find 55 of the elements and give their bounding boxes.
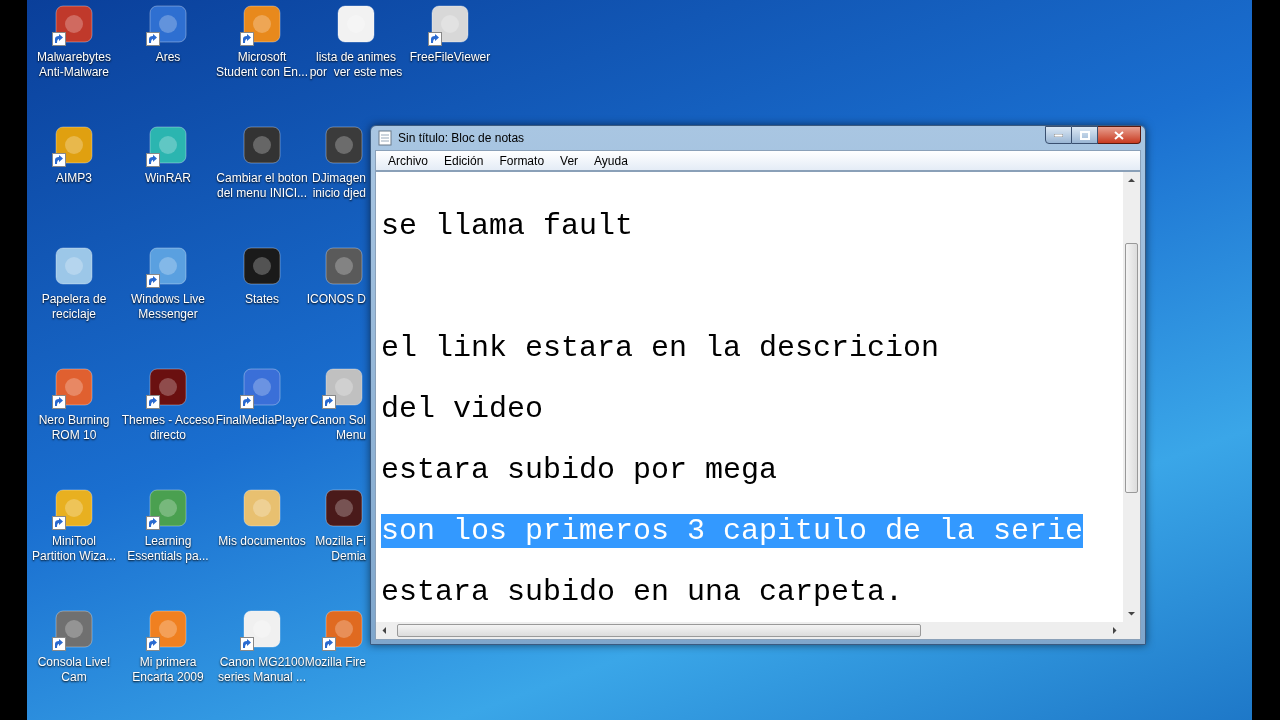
icon-label: States — [245, 292, 279, 307]
icon-label: Nero Burning ROM 10 — [38, 413, 110, 443]
icon-label: Canon MG2100 series Manual ... — [217, 655, 306, 685]
icon-label: lista de animes por ver este mes — [309, 50, 403, 80]
app-icon[interactable] — [52, 2, 96, 46]
close-icon — [1114, 130, 1124, 140]
icon-label: FreeFileViewer — [409, 50, 491, 65]
icon-label: FinalMediaPlayer — [215, 413, 309, 428]
icon-label: Papelera de reciclaje — [41, 292, 107, 322]
scrollbar-thumb[interactable] — [397, 624, 921, 637]
app-icon[interactable] — [146, 2, 190, 46]
icon-label: Learning Essentials pa... — [127, 534, 209, 564]
horizontal-scrollbar[interactable] — [376, 622, 1123, 639]
minimize-button[interactable] — [1045, 126, 1072, 144]
app-icon[interactable] — [52, 486, 96, 530]
icon-label: ICONOS D — [306, 292, 366, 307]
window-title: Sin título: Bloc de notas — [398, 130, 525, 147]
app-icon[interactable] — [52, 365, 96, 409]
vertical-scrollbar[interactable] — [1123, 172, 1140, 622]
icon-label: Windows Live Messenger — [131, 292, 205, 322]
icon-label: WinRAR — [145, 171, 191, 186]
app-icon[interactable] — [240, 2, 284, 46]
menu-item[interactable]: Archivo — [380, 151, 436, 170]
maximize-button[interactable] — [1072, 126, 1098, 144]
icon-label: Ares — [155, 50, 181, 65]
icon-label: Microsoft Student con En... — [215, 50, 309, 80]
icon-label: Mis documentos — [218, 534, 306, 549]
icon-label: AIMP3 — [56, 171, 92, 186]
app-icon[interactable] — [146, 123, 190, 167]
app-icon[interactable] — [146, 365, 190, 409]
app-icon[interactable] — [146, 244, 190, 288]
icon-label: DJimagen inicio djed — [311, 171, 366, 201]
scrollbar-thumb[interactable] — [1125, 243, 1138, 493]
icon-label: Cambiar el boton del menu INICI... — [216, 171, 308, 201]
maximize-icon — [1079, 130, 1090, 140]
icon-label: Malwarebytes Anti-Malware — [37, 50, 111, 80]
menu-item[interactable]: Ayuda — [586, 151, 636, 170]
minimize-icon — [1054, 133, 1063, 137]
app-icon[interactable] — [334, 2, 378, 46]
app-icon[interactable] — [240, 365, 284, 409]
icon-label: Mozilla Fi Demia — [315, 534, 366, 564]
icon-label: Mozilla Fire — [304, 655, 366, 670]
menu-item[interactable]: Formato — [491, 151, 553, 170]
icon-label: MiniTool Partition Wiza... — [32, 534, 116, 564]
app-icon[interactable] — [428, 2, 472, 46]
icon-label: Themes - Acceso directo — [121, 413, 215, 443]
notepad-icon — [378, 130, 392, 146]
app-icon[interactable] — [322, 365, 366, 409]
app-icon[interactable] — [52, 123, 96, 167]
menu-item[interactable]: Edición — [436, 151, 492, 170]
icon-label: Mi primera Encarta 2009 — [132, 655, 204, 685]
close-button[interactable] — [1098, 126, 1141, 144]
icon-label: Consola Live! Cam — [37, 655, 111, 685]
menu-item[interactable]: Ver — [552, 151, 587, 170]
icon-label: Canon Sol Menu — [309, 413, 366, 443]
